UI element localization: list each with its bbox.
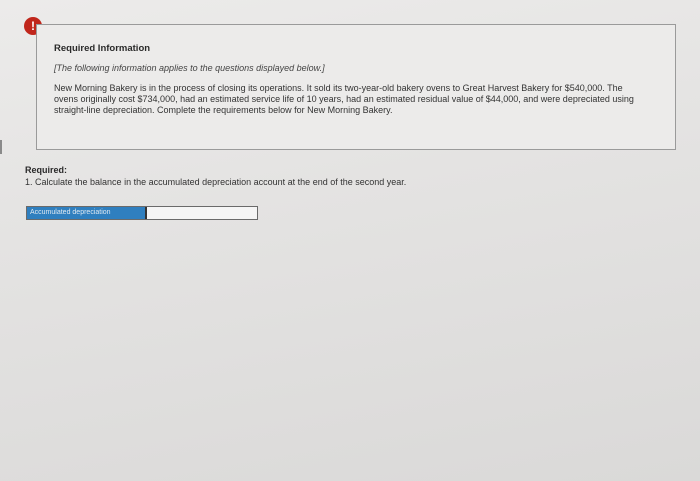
info-body-text: New Morning Bakery is in the process of … (54, 83, 634, 115)
info-note: [The following information applies to th… (54, 63, 325, 73)
accumulated-depreciation-input[interactable] (145, 207, 257, 219)
required-information-panel: Required Information [The following info… (36, 24, 676, 150)
info-title: Required Information (54, 43, 151, 54)
requirement-1-text: 1. Calculate the balance in the accumula… (25, 177, 407, 187)
required-heading: Required: (25, 165, 68, 175)
page-edge-marker (0, 140, 2, 154)
answer-label: Accumulated depreciation (27, 207, 145, 219)
answer-row-accumulated-depreciation: Accumulated depreciation (26, 206, 258, 220)
